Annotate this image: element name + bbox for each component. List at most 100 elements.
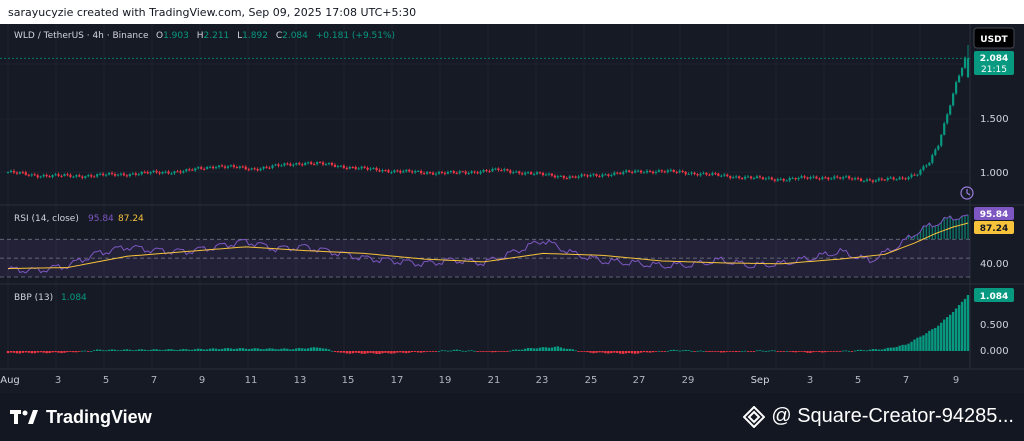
bbp-bar [324, 348, 328, 351]
bbp-bar [931, 329, 934, 351]
bbp-bar [607, 351, 610, 354]
candle-body [232, 165, 235, 168]
bbp-bar [580, 351, 583, 352]
candle-body [116, 174, 120, 176]
candle-body [901, 177, 904, 179]
bbp-bar [625, 351, 628, 354]
candle-body [473, 171, 476, 173]
candle-body [562, 175, 565, 178]
bbp-bar [687, 350, 690, 351]
candle-body [137, 174, 140, 176]
candle-body [75, 175, 78, 177]
candle-body [776, 179, 779, 181]
candle-body [268, 167, 271, 169]
candle-body [381, 170, 384, 172]
bbp-bar [642, 351, 646, 353]
candle-body [113, 173, 117, 176]
candle-body [339, 165, 342, 167]
bbp-bar [125, 349, 129, 351]
bbp-bar [648, 351, 652, 353]
bbp-bar [318, 347, 322, 351]
candle-body [292, 164, 295, 166]
bbp-bar [413, 351, 417, 352]
bbp-bar [422, 351, 426, 353]
time-tick-label: 21 [488, 375, 501, 386]
candle-body [625, 170, 628, 173]
candle-body [250, 168, 253, 170]
bbp-bar [45, 351, 48, 354]
time-axis[interactable]: Aug 3 5 7 9 11 13 15 17 19 21 23 25 27 29 Sep 3 5 7 9 [0, 375, 959, 386]
candle-body [616, 172, 619, 174]
bbp-bar [586, 351, 589, 353]
candle-body [535, 172, 539, 175]
bbp-bar [785, 350, 788, 352]
candle-body [78, 175, 81, 177]
candle-body [6, 172, 10, 174]
bbp-bar [336, 351, 340, 353]
candle-body [610, 174, 613, 176]
candle-body [518, 171, 521, 174]
candle-body [937, 145, 940, 150]
bbp-bar [244, 348, 247, 351]
currency-button[interactable]: USDT [973, 27, 1015, 49]
bbp-bar [913, 339, 916, 351]
bbp-bar [595, 351, 598, 353]
bbp-bar [155, 349, 158, 351]
candle-body [185, 169, 188, 172]
bbp-bar [405, 351, 408, 354]
candle-body [158, 172, 161, 174]
candle-body [182, 171, 185, 173]
bbp-bar [794, 351, 797, 353]
candle-body [155, 170, 158, 173]
svg-text:95.84: 95.84 [980, 210, 1008, 220]
bbp-bar [476, 351, 479, 352]
time-tick-label: 27 [633, 375, 646, 386]
price-axis[interactable]: 1.500 1.000 40.00 0.500 0.000 [980, 114, 1009, 357]
candle-body [200, 167, 203, 169]
candle-body [333, 164, 337, 167]
bbp-bar [788, 351, 791, 352]
bbp-bar [235, 348, 239, 351]
bbp-bar [63, 351, 66, 353]
bbp-bar [434, 351, 438, 352]
time-tick-label: 23 [536, 375, 549, 386]
bbp-bar [24, 351, 28, 353]
bbp-bar [75, 351, 78, 353]
candle-body [179, 171, 182, 173]
bbp-bar [666, 350, 670, 352]
time-tick-label: 25 [585, 375, 598, 386]
candle-body [586, 175, 589, 177]
candle-body [360, 166, 363, 169]
candle-body [491, 168, 494, 172]
bbp-bar [886, 347, 889, 351]
candle-body [925, 165, 928, 167]
candle-body [170, 173, 173, 175]
bbp-bar [800, 351, 803, 352]
candle-body [452, 171, 455, 173]
time-tick-label: 7 [903, 375, 909, 386]
chart-caption: sarayucyzie created with TradingView.com… [8, 6, 417, 19]
candle-body [330, 163, 334, 165]
bbp-bar [419, 351, 423, 353]
candle-body [247, 169, 250, 171]
bbp-bar [48, 351, 51, 354]
time-tick-label: 9 [953, 375, 959, 386]
candle-body [755, 176, 759, 178]
candle-body [42, 174, 45, 177]
rsi-ma-value: 87.24 [118, 214, 144, 224]
candle-body [295, 163, 298, 165]
bbp-bar [464, 350, 467, 352]
bbp-bar [452, 349, 456, 351]
candle-body [280, 165, 283, 167]
bbp-bar [217, 349, 221, 351]
bbp-bar [205, 349, 209, 351]
alert-clock-icon[interactable] [960, 186, 974, 200]
chart-svg[interactable]: WLD / TetherUS · 4h · Binance O1.903 H2.… [0, 24, 1024, 393]
candle-body [515, 171, 518, 173]
candle-body [206, 166, 209, 169]
candle-body [660, 170, 663, 172]
chart-area[interactable]: WLD / TetherUS · 4h · Binance O1.903 H2.… [0, 24, 1024, 393]
bbp-bar [951, 311, 955, 351]
candle-body [565, 177, 568, 179]
candle-body [102, 173, 105, 176]
